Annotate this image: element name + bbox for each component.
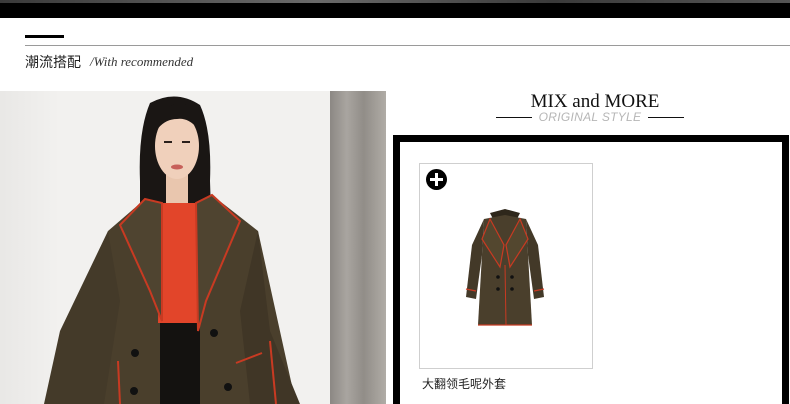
model-lookbook-image[interactable] (0, 91, 386, 404)
section-subtitle: /With recommended (90, 54, 194, 69)
mix-subtitle: ORIGINAL STYLE (538, 110, 642, 124)
photo-divider (386, 91, 389, 404)
product-name[interactable]: 大翻领毛呢外套 (422, 375, 506, 392)
section-title: 潮流搭配 (25, 55, 81, 71)
coat-product-image[interactable] (460, 205, 550, 340)
model-figure (44, 96, 300, 404)
section-divider (25, 45, 790, 46)
top-banner-highlight (0, 0, 790, 3)
plus-circle-icon[interactable] (426, 169, 447, 190)
section-accent-line (25, 35, 64, 38)
mix-rule-left (496, 117, 532, 118)
mix-rule-right (648, 117, 684, 118)
top-banner-bar (0, 0, 790, 18)
